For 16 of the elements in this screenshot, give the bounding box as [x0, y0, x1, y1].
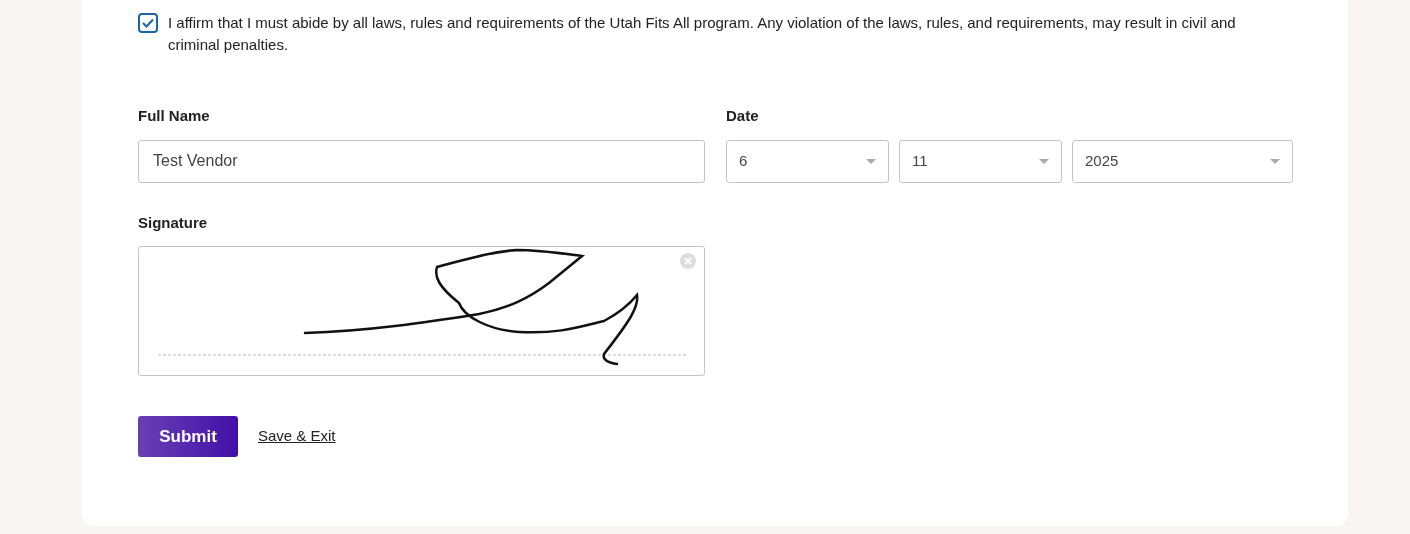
caret-icon — [1270, 158, 1280, 164]
caret-icon — [866, 158, 876, 164]
dropdown[interactable]: 6 — [726, 139, 889, 183]
field-label: Date — [726, 106, 760, 126]
input-field[interactable]: Test Vendor — [138, 139, 705, 183]
field-label: Signature — [138, 212, 209, 233]
dropdown[interactable]: 2025 — [1072, 139, 1293, 183]
dropdown[interactable]: 11 — [899, 139, 1062, 183]
caret-icon — [1039, 158, 1049, 164]
save-exit-link[interactable]: Save & Exit — [258, 425, 336, 448]
check-icon — [142, 18, 154, 28]
submit-button[interactable]: Submit — [138, 416, 238, 457]
affirmation-text: I affirm that I must abide by all laws, rules and requirements of the Utah Fits All program. Any violation of the laws, rules, and requirements, may result in civil and criminal penalties. — [168, 13, 1237, 55]
signature-pad[interactable] — [138, 246, 705, 376]
field-label: Full Name — [138, 106, 211, 126]
checkbox[interactable] — [138, 13, 158, 33]
